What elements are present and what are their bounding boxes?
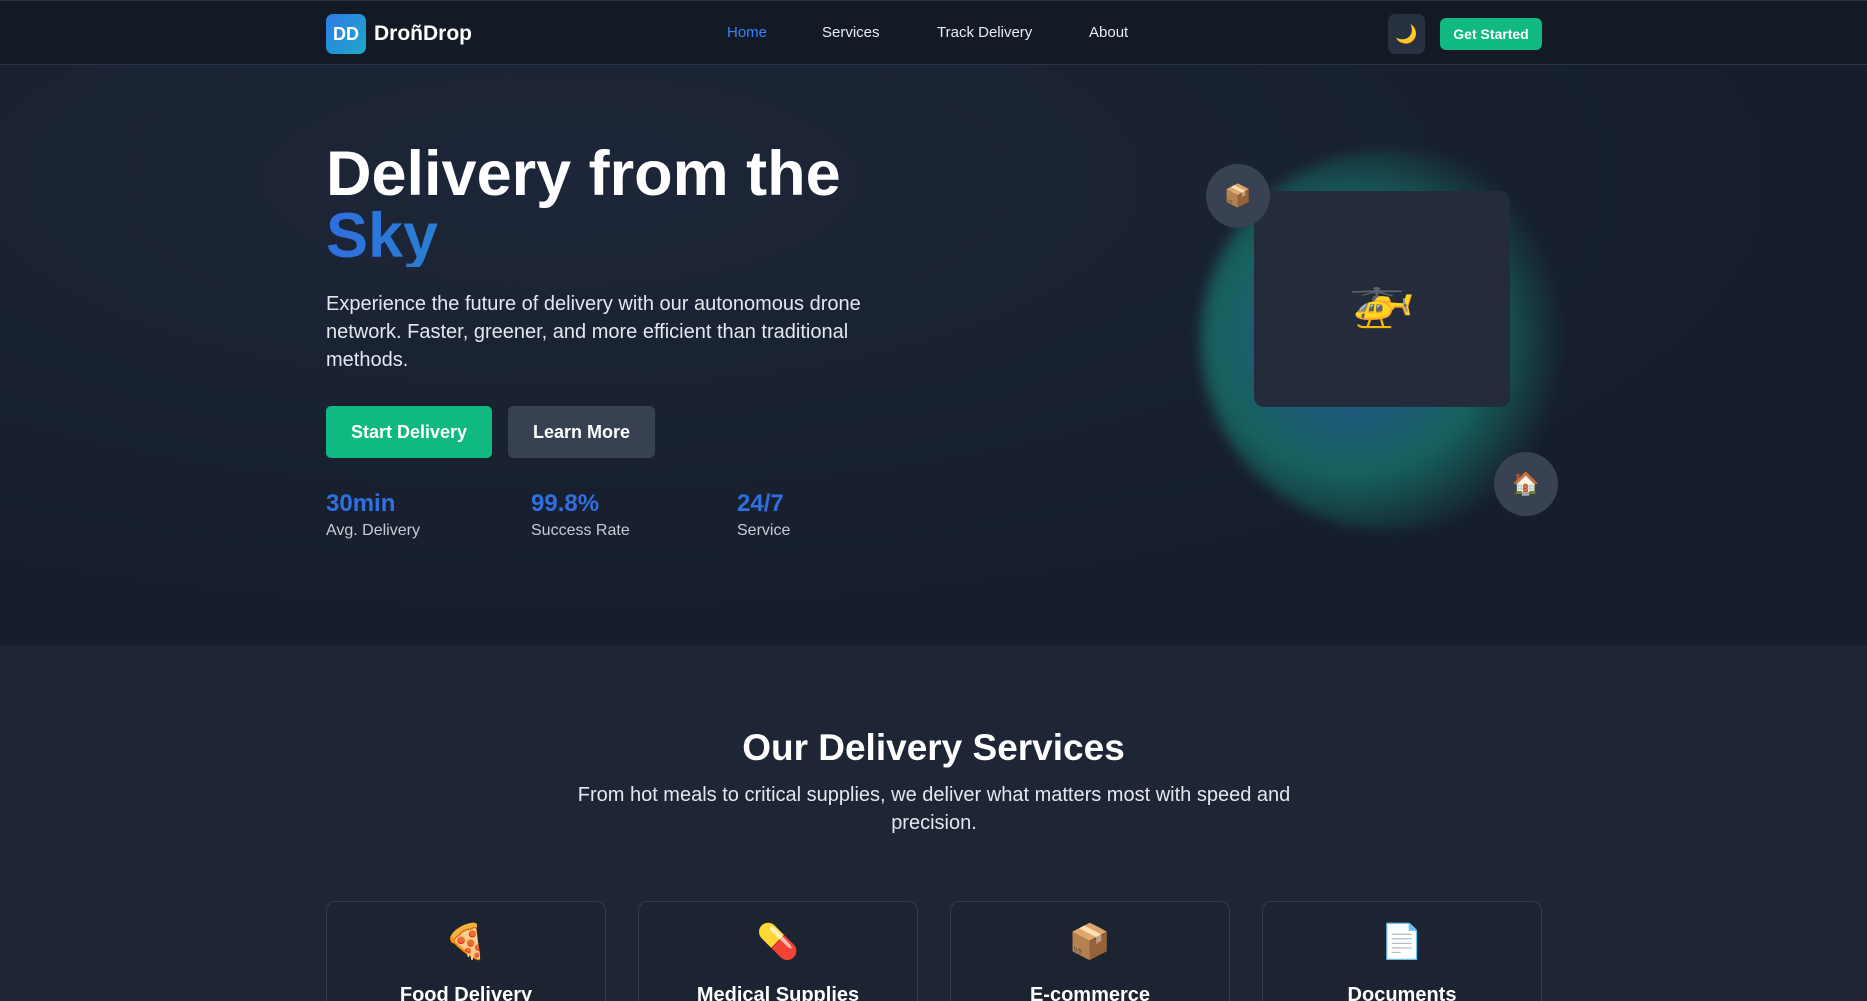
helicopter-icon: 🚁 [1348,268,1416,329]
stat-value: 99.8% [531,490,600,517]
card-title: E-commerce [1029,984,1151,1001]
start-delivery-button[interactable]: Start Delivery [326,406,492,458]
nav-link-about[interactable]: About [1089,24,1128,41]
stat-label: Service [737,522,791,539]
stat-value: 30min [326,490,396,517]
stat-success-rate: 99.8% Success Rate [531,490,630,540]
pizza-icon: 🍕 [444,923,488,961]
nav-link-home[interactable]: Home [727,24,767,41]
document-icon: 📄 [1380,923,1424,961]
stat-label: Success Rate [531,522,630,539]
service-card-food[interactable]: 🍕 Food Delivery [326,901,606,1001]
card-title: Medical Supplies [696,984,860,1001]
top-navbar: DD DroñDrop Home Services Track Delivery… [0,0,1867,65]
stat-value: 24/7 [737,490,784,517]
services-subtitle: From hot meals to critical supplies, we … [577,784,1291,834]
hero-description: Experience the future of delivery with o… [326,293,861,371]
get-started-button[interactable]: Get Started [1440,18,1542,50]
logo-badge: DD [326,14,366,54]
stat-service: 24/7 Service [737,490,790,540]
service-card-ecommerce[interactable]: 📦 E-commerce [950,901,1230,1001]
learn-more-button[interactable]: Learn More [508,406,655,458]
pill-icon: 💊 [756,923,800,961]
package-icon: 📦 [1224,183,1252,208]
home-icon: 🏠 [1512,471,1540,496]
card-title: Documents [1347,984,1457,1001]
logo-text: DroñDrop [374,22,472,45]
stat-avg-delivery: 30min Avg. Delivery [326,490,420,540]
logo[interactable]: DD DroñDrop [326,14,472,54]
hero-title-accent: Sky [326,205,841,268]
card-title: Food Delivery [399,984,533,1001]
page: DD DroñDrop Home Services Track Delivery… [0,0,1867,1001]
nav-link-services[interactable]: Services [822,24,880,41]
home-badge: 🏠 [1494,452,1558,516]
hero-title-line1: Delivery from the [326,139,841,209]
service-card-medical[interactable]: 💊 Medical Supplies [638,901,918,1001]
nav-link-track-delivery[interactable]: Track Delivery [937,24,1032,41]
hero-title: Delivery from the Sky [326,143,841,268]
package-icon: 📦 [1068,923,1112,961]
theme-toggle-button[interactable]: 🌙 [1388,14,1425,54]
service-card-documents[interactable]: 📄 Documents [1262,901,1542,1001]
moon-icon: 🌙 [1395,23,1418,44]
services-title: Our Delivery Services [742,727,1125,768]
hero-section: Delivery from the Sky Experience the fut… [0,65,1867,645]
stat-label: Avg. Delivery [326,522,420,539]
drone-illustration: 🚁 [1254,191,1510,407]
services-section: Our Delivery Services From hot meals to … [0,645,1867,1001]
package-badge: 📦 [1206,164,1270,228]
